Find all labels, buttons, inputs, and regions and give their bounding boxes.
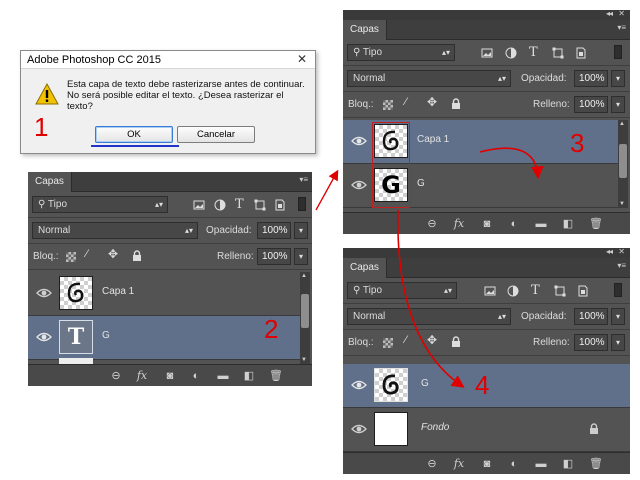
arrow-within-panel-3 [479, 147, 544, 180]
annotation-arrows [315, 147, 544, 388]
arrow-to-panel-4 [397, 209, 465, 388]
arrow-to-panel-3 [315, 169, 339, 211]
